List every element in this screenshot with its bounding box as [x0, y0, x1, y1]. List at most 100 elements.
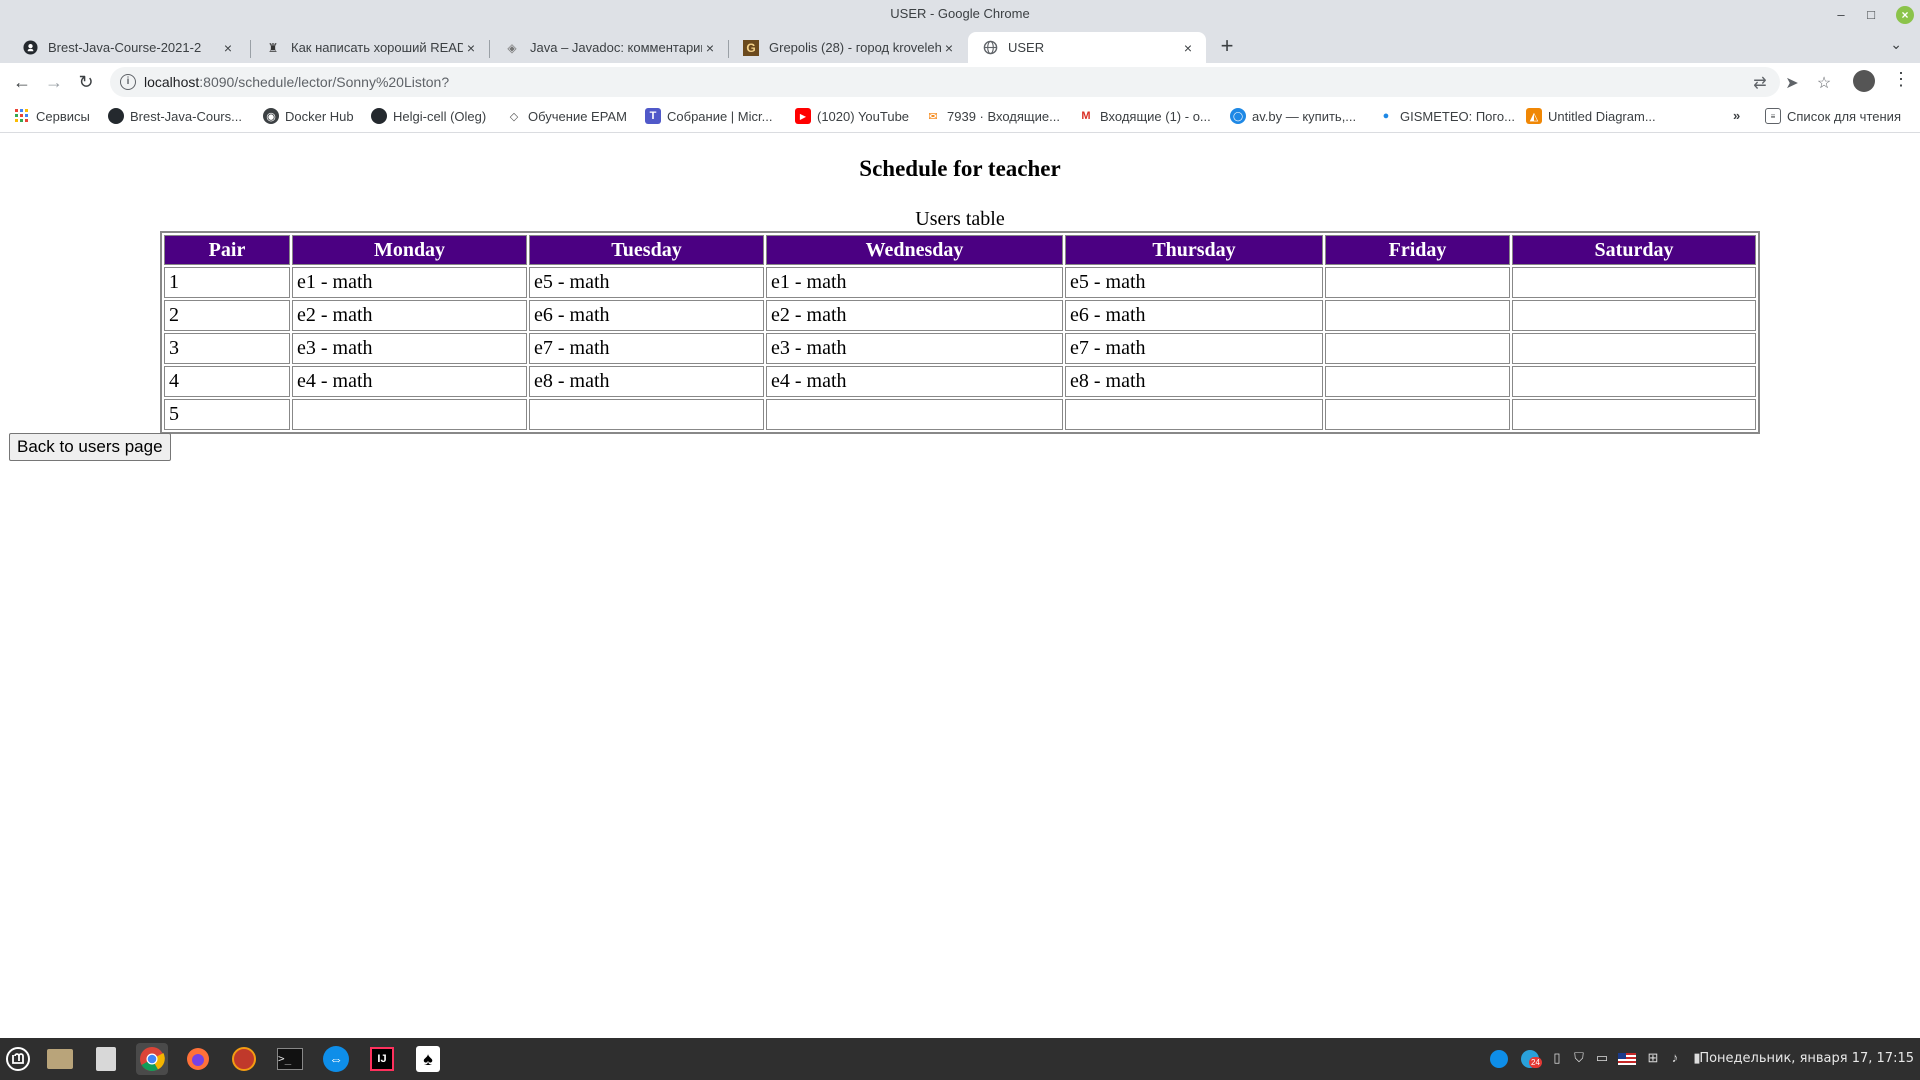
- tab-user[interactable]: USER ×: [968, 32, 1206, 63]
- bookmark-youtube[interactable]: ▶ (1020) YouTube: [795, 108, 909, 124]
- address-bar[interactable]: i localhost:8090/schedule/lector/Sonny%2…: [110, 67, 1831, 97]
- mail-icon: ✉: [928, 110, 938, 123]
- table-cell: e8 - math: [1065, 366, 1323, 397]
- teamviewer-icon[interactable]: ⇔: [320, 1043, 352, 1075]
- table-cell: e1 - math: [766, 267, 1063, 298]
- keyboard-tray-icon[interactable]: ▭: [1593, 1050, 1611, 1068]
- table-row: 4 e4 - math e8 - math e4 - math e8 - mat…: [164, 366, 1756, 397]
- clipboard-tray-icon[interactable]: ▯: [1548, 1050, 1566, 1068]
- bookmark-gismeteo[interactable]: ● GISMETEO: Пого...: [1378, 108, 1515, 124]
- youtube-icon: ▶: [795, 108, 811, 124]
- text-editor-icon[interactable]: [90, 1043, 122, 1075]
- os-taskbar: >_ ⇔ IJ ♠ 24 ▯ ⛉ ▭ ⊞ ♪ ▮ Понедельник, ян…: [0, 1038, 1920, 1080]
- apps-grid-icon: [14, 108, 30, 124]
- table-cell: e8 - math: [529, 366, 764, 397]
- tab-javadoc[interactable]: ◈ Java – Javadoc: комментарии ×: [490, 32, 728, 63]
- terminal-icon[interactable]: >_: [274, 1043, 306, 1075]
- bookmark-gmail[interactable]: M Входящие (1) - o...: [1078, 108, 1210, 124]
- close-window-icon[interactable]: ×: [1896, 6, 1914, 24]
- table-row: 2 e2 - math e6 - math e2 - math e6 - mat…: [164, 300, 1756, 331]
- github-icon: [108, 108, 124, 124]
- table-cell: [1325, 300, 1510, 331]
- profile-avatar[interactable]: [1853, 70, 1875, 92]
- table-cell: 4: [164, 366, 290, 397]
- bookmark-star-icon[interactable]: ☆: [1814, 73, 1834, 93]
- table-cell: e3 - math: [292, 333, 527, 364]
- reload-icon[interactable]: ↻: [74, 70, 98, 94]
- shield-tray-icon[interactable]: ⛉: [1570, 1050, 1588, 1068]
- chrome-icon[interactable]: [136, 1043, 168, 1075]
- table-cell: 1: [164, 267, 290, 298]
- bookmark-services[interactable]: Сервисы: [14, 108, 90, 124]
- schedule-table: Pair Monday Tuesday Wednesday Thursday F…: [160, 231, 1760, 434]
- window-title: USER - Google Chrome: [890, 6, 1030, 21]
- table-cell: 3: [164, 333, 290, 364]
- gmail-icon: M: [1081, 110, 1091, 122]
- drawio-icon: ◭: [1526, 108, 1542, 124]
- tab-grepolis[interactable]: G Grepolis (28) - город kroveleh ×: [729, 32, 967, 63]
- new-tab-icon[interactable]: +: [1215, 33, 1239, 59]
- table-cell: 2: [164, 300, 290, 331]
- table-cell: e2 - math: [766, 300, 1063, 331]
- readme-icon: ♜: [267, 40, 279, 55]
- bookmark-mail-inbox[interactable]: ✉ 7939 · Входящие...: [925, 108, 1060, 124]
- bookmark-teams[interactable]: T Собрание | Micr...: [645, 108, 772, 124]
- teamviewer-tray-icon[interactable]: [1490, 1050, 1508, 1068]
- teams-icon: T: [645, 108, 661, 124]
- table-cell: [1325, 333, 1510, 364]
- bookmark-docker-hub[interactable]: ◉ Docker Hub: [263, 108, 354, 124]
- table-cell: [1325, 267, 1510, 298]
- forward-arrow-icon[interactable]: →: [42, 70, 66, 94]
- intellij-icon[interactable]: IJ: [366, 1043, 398, 1075]
- taskbar-clock[interactable]: Понедельник, января 17, 17:15: [1699, 1051, 1914, 1066]
- network-tray-icon[interactable]: ⊞: [1644, 1050, 1662, 1068]
- close-tab-icon[interactable]: ×: [941, 40, 957, 56]
- bookmark-epam[interactable]: ◇ Обучение EPAM: [506, 108, 627, 124]
- solitaire-icon[interactable]: ♠: [412, 1043, 444, 1075]
- epam-icon: ◇: [509, 110, 519, 123]
- table-cell: e1 - math: [292, 267, 527, 298]
- tab-brest-java-course[interactable]: Brest-Java-Course-2021-2 ×: [8, 32, 246, 63]
- close-tab-icon[interactable]: ×: [463, 40, 479, 56]
- avby-icon: ◯: [1230, 108, 1246, 124]
- bookmark-brest-java[interactable]: Brest-Java-Cours...: [108, 108, 242, 124]
- files-icon[interactable]: [44, 1043, 76, 1075]
- reading-list-icon: ≡: [1765, 108, 1781, 124]
- url-text[interactable]: localhost:8090/schedule/lector/Sonny%20L…: [144, 74, 449, 90]
- game-app-icon[interactable]: [228, 1043, 260, 1075]
- close-tab-icon[interactable]: ×: [702, 40, 718, 56]
- column-header-saturday: Saturday: [1512, 235, 1756, 265]
- github-icon: [22, 40, 38, 56]
- back-to-users-button[interactable]: Back to users page: [9, 433, 171, 461]
- bookmark-helgi-cell[interactable]: Helgi-cell (Oleg): [371, 108, 486, 124]
- table-row: 3 e3 - math e7 - math e3 - math e7 - mat…: [164, 333, 1756, 364]
- translate-icon[interactable]: ⇄: [1750, 73, 1770, 93]
- reading-list-button[interactable]: ≡ Список для чтения: [1765, 108, 1901, 124]
- firefox-icon[interactable]: [182, 1043, 214, 1075]
- table-cell: e6 - math: [1065, 300, 1323, 331]
- us-flag-icon[interactable]: [1618, 1050, 1636, 1068]
- send-icon[interactable]: ➤: [1782, 73, 1802, 93]
- bookmark-drawio[interactable]: ◭ Untitled Diagram...: [1526, 108, 1656, 124]
- telegram-tray-icon[interactable]: 24: [1521, 1050, 1542, 1068]
- column-header-wednesday: Wednesday: [766, 235, 1063, 265]
- bookmarks-overflow-chevron[interactable]: »: [1733, 108, 1740, 123]
- tab-search-icon[interactable]: ⌄: [1890, 36, 1902, 53]
- site-info-icon[interactable]: i: [120, 74, 136, 90]
- bookmark-avby[interactable]: ◯ av.by — купить,...: [1230, 108, 1356, 124]
- close-tab-icon[interactable]: ×: [220, 40, 236, 56]
- javadoc-icon: ◈: [507, 40, 517, 55]
- page-content: Schedule for teacher Users table Pair Mo…: [0, 134, 1920, 1038]
- close-tab-icon[interactable]: ×: [1180, 40, 1196, 56]
- maximize-icon[interactable]: □: [1860, 4, 1882, 26]
- mint-menu-icon[interactable]: [2, 1043, 34, 1075]
- table-cell: [1325, 366, 1510, 397]
- volume-tray-icon[interactable]: ♪: [1666, 1050, 1684, 1068]
- back-arrow-icon[interactable]: ←: [10, 70, 34, 94]
- tab-readme[interactable]: ♜ Как написать хороший README ×: [251, 32, 489, 63]
- minimize-icon[interactable]: –: [1830, 4, 1852, 26]
- table-cell: [529, 399, 764, 430]
- table-cell: e5 - math: [529, 267, 764, 298]
- chrome-menu-icon[interactable]: ⋮: [1892, 69, 1910, 90]
- table-cell: [1065, 399, 1323, 430]
